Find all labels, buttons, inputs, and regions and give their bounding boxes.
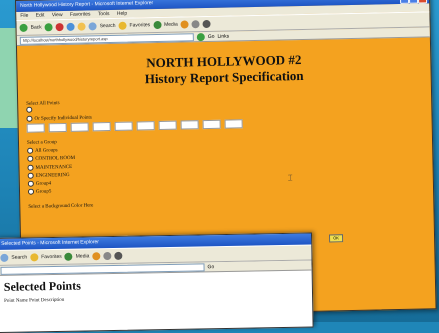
point-input[interactable] xyxy=(92,122,111,132)
select-all-radio[interactable] xyxy=(26,106,33,113)
menu-tools[interactable]: Tools xyxy=(98,11,110,17)
second-window-title: Selected Points - Microsoft Internet Exp… xyxy=(1,239,99,247)
mail-icon[interactable] xyxy=(191,20,200,29)
point-input[interactable] xyxy=(114,121,133,132)
point-input[interactable] xyxy=(224,119,243,129)
search-icon[interactable] xyxy=(0,253,9,262)
print-icon[interactable] xyxy=(202,19,211,29)
maximize-button[interactable] xyxy=(408,0,419,4)
second-go-label[interactable]: Go xyxy=(207,264,214,270)
media-label[interactable]: Media xyxy=(164,22,178,28)
window-title: North Hollywood History Report - Microso… xyxy=(20,0,154,9)
stop-icon[interactable] xyxy=(55,22,64,32)
favorites-label[interactable]: Favorites xyxy=(129,22,150,28)
mail-icon[interactable] xyxy=(103,251,112,261)
point-input[interactable] xyxy=(136,121,155,131)
forward-icon[interactable] xyxy=(44,23,53,32)
group-radio[interactable] xyxy=(27,147,34,155)
media-icon[interactable] xyxy=(64,252,73,261)
favorites-label[interactable]: Favorites xyxy=(41,254,62,260)
menu-file[interactable]: File xyxy=(20,13,28,19)
specify-points-label: Or Specify Individual Points xyxy=(34,115,92,122)
favorites-icon[interactable] xyxy=(30,253,39,262)
group-options: All Groups CONTROL ROOM MAINTENANCE ENGI… xyxy=(27,140,425,195)
menu-edit[interactable]: Edit xyxy=(36,12,45,18)
point-input[interactable] xyxy=(48,123,67,133)
refresh-icon[interactable] xyxy=(66,22,75,31)
favorites-icon[interactable] xyxy=(118,21,127,30)
search-icon[interactable] xyxy=(88,22,97,31)
back-label[interactable]: Back xyxy=(31,24,42,30)
selected-points-heading: Selected Points xyxy=(3,278,81,294)
minimize-button[interactable] xyxy=(399,0,410,4)
group-radio[interactable] xyxy=(27,164,34,171)
selected-points-window: Selected Points - Microsoft Internet Exp… xyxy=(0,232,314,333)
group-radio[interactable] xyxy=(27,172,34,179)
home-icon[interactable] xyxy=(77,22,86,31)
history-icon[interactable] xyxy=(92,252,101,261)
group-label: Group5 xyxy=(35,189,52,195)
menu-view[interactable]: View xyxy=(52,12,63,18)
menu-help[interactable]: Help xyxy=(117,11,127,17)
media-icon[interactable] xyxy=(153,20,162,30)
go-label[interactable]: Go xyxy=(208,33,215,39)
group-label: Group4 xyxy=(35,181,52,187)
group-label: ENGINEERING xyxy=(35,172,70,179)
group-label: All Groups xyxy=(35,148,58,155)
specify-points-radio[interactable] xyxy=(26,115,33,122)
close-button[interactable] xyxy=(417,0,428,4)
back-icon[interactable] xyxy=(19,23,28,32)
print-icon[interactable] xyxy=(114,251,123,260)
point-input[interactable] xyxy=(26,123,45,134)
point-input[interactable] xyxy=(180,120,199,130)
group-label: MAINTENANCE xyxy=(35,164,73,171)
report-content: NORTH HOLLYWOOD #2 History Report Specif… xyxy=(17,37,433,216)
selected-points-columns: Point Name Point Description xyxy=(4,297,65,304)
group-radio[interactable] xyxy=(27,156,34,163)
search-label[interactable]: Search xyxy=(11,254,27,260)
group-radio[interactable] xyxy=(27,180,34,187)
selected-points-content: Selected Points Point Name Point Descrip… xyxy=(0,270,312,307)
links-label[interactable]: Links xyxy=(217,33,229,39)
ok-button[interactable]: OK xyxy=(328,234,344,243)
menu-favorites[interactable]: Favorites xyxy=(70,11,91,17)
bg-color-label: Select a Background Color Here xyxy=(28,203,94,210)
search-label[interactable]: Search xyxy=(100,23,116,29)
point-input[interactable] xyxy=(158,120,177,131)
history-icon[interactable] xyxy=(180,20,189,29)
go-icon[interactable] xyxy=(196,32,205,41)
media-label[interactable]: Media xyxy=(76,253,90,259)
group-label: CONTROL ROOM xyxy=(35,156,76,163)
mouse-cursor-icon: ⌶ xyxy=(287,173,293,183)
point-input[interactable] xyxy=(70,122,89,133)
point-input[interactable] xyxy=(202,120,221,130)
group-radio[interactable] xyxy=(27,188,35,195)
